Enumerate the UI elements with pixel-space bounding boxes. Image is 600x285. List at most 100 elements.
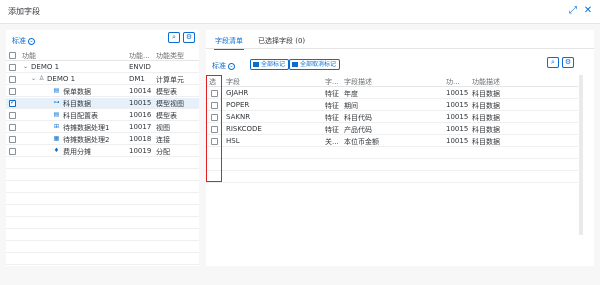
field-name: SAKNR [226, 113, 251, 121]
row-checkbox[interactable] [9, 64, 16, 71]
empty-row [206, 160, 578, 171]
field-desc: 年度 [344, 90, 358, 98]
table-icon: ▤ [53, 111, 60, 118]
row-checkbox[interactable] [9, 88, 16, 95]
select-all-button[interactable]: 全部标记 [250, 59, 290, 70]
empty-row [6, 206, 199, 217]
tab-selected-fields[interactable]: 已选择字段 (0) [258, 36, 305, 46]
tree-row[interactable]: ⌄ ♙ DEMO 1 DM1 计算单元 [6, 74, 199, 85]
field-name: HSL [226, 137, 240, 145]
tree-row[interactable]: ▤ 科目配置表 10016 模型表 [6, 110, 199, 121]
uncheck-list-icon [292, 62, 298, 67]
tree-type: 视图 [156, 124, 170, 132]
tree-type: 模型表 [156, 112, 177, 120]
collapse-icon[interactable]: ⌄ [23, 63, 28, 70]
field-type: 特征 [325, 90, 339, 98]
row-checkbox[interactable] [9, 76, 16, 83]
select-all-checkbox[interactable] [9, 52, 16, 59]
func-code: 10015 [446, 101, 469, 109]
field-name: POPER [226, 101, 250, 109]
empty-row [6, 170, 199, 181]
empty-row [6, 230, 199, 241]
search-icon: ⌕ [551, 58, 555, 66]
field-row[interactable]: HSL 关... 本位币金额 10015 科目数据 [206, 136, 578, 147]
row-checkbox[interactable] [9, 98, 16, 107]
header-func-desc: 功能描述 [472, 78, 500, 86]
func-code: 10015 [446, 113, 469, 121]
field-name: RISKCODE [226, 125, 262, 133]
search-button[interactable]: ⌕ [547, 57, 559, 68]
tree-label: 费用分摊 [63, 148, 91, 156]
tab-field-list[interactable]: 字段清单 [214, 36, 244, 50]
vertical-scrollbar[interactable] [579, 75, 583, 235]
tree-label: 待摊数据处理1 [63, 124, 110, 132]
left-variant-selector[interactable]: 标准 ⌄ [12, 36, 35, 46]
header-function: 功能 [22, 52, 36, 60]
empty-row [206, 148, 578, 159]
field-row[interactable]: SAKNR 特征 科目代码 10015 科目数据 [206, 112, 578, 123]
select-column-highlight [206, 75, 222, 182]
header-func: 功... [446, 78, 460, 86]
view-icon: ⊶ [53, 99, 60, 106]
search-button[interactable]: ⌕ [168, 32, 180, 43]
deselect-all-button[interactable]: 全部取消标记 [289, 59, 341, 70]
empty-row [6, 242, 199, 253]
select-all-label: 全部标记 [261, 61, 286, 68]
tree-code: 10016 [129, 111, 152, 119]
field-row[interactable]: GJAHR 特征 年度 10015 科目数据 [206, 88, 578, 99]
person-icon: ♙ [38, 75, 45, 82]
check-list-icon [253, 62, 259, 67]
tree-header: 功能 功能... 功能类型 [6, 50, 199, 61]
allocation-icon: ♦ [53, 147, 60, 154]
field-type: 关... [325, 138, 339, 146]
left-variant-label: 标准 [12, 37, 26, 45]
func-desc: 科目数据 [472, 126, 500, 134]
close-icon[interactable]: ✕ [582, 5, 594, 17]
tree-code: 10014 [129, 87, 152, 95]
tree-code: ENVID [129, 63, 151, 71]
settings-button[interactable]: ⚙ [562, 57, 574, 68]
row-checkbox[interactable] [9, 136, 16, 143]
collapse-icon[interactable]: ⌄ [31, 75, 36, 82]
tree-type: 连接 [156, 136, 170, 144]
func-desc: 科目数据 [472, 138, 500, 146]
tree-row[interactable]: ▤ 保单数据 10014 模型表 [6, 86, 199, 97]
row-checkbox[interactable] [9, 148, 16, 155]
tree-label: 科目配置表 [63, 112, 98, 120]
field-list-panel: 字段清单 已选择字段 (0) 标准 ⌄ 全部标记 全部取消标记 ⌕ ⚙ 选 字段 … [206, 30, 594, 266]
chevron-down-icon: ⌄ [228, 62, 235, 70]
empty-row [6, 158, 199, 169]
header-field: 字段 [226, 78, 240, 86]
tree-code: 10019 [129, 147, 152, 155]
empty-row [6, 194, 199, 205]
field-grid-header: 选 字段 字... 字段描述 功... 功能描述 [206, 75, 578, 87]
tab-divider [206, 48, 594, 49]
row-checkbox[interactable] [9, 112, 16, 119]
empty-row [6, 254, 199, 265]
expand-icon[interactable]: ⤢ [567, 5, 579, 17]
tree-row[interactable]: ⊞ 待摊数据处理1 10017 视图 [6, 122, 199, 133]
tree-row[interactable]: ▦ 待摊数据处理2 10018 连接 [6, 134, 199, 145]
tree-code: DM1 [129, 75, 145, 83]
join-icon: ▦ [53, 135, 60, 142]
field-row[interactable]: RISKCODE 特征 产品代码 10015 科目数据 [206, 124, 578, 135]
field-desc: 产品代码 [344, 126, 372, 134]
dialog-header: 添加字段 ⤢ ✕ [0, 0, 600, 24]
header-field-type: 字... [325, 78, 339, 86]
field-desc: 本位币金额 [344, 138, 379, 146]
settings-button[interactable]: ⚙ [183, 32, 195, 43]
deselect-all-label: 全部取消标记 [300, 61, 337, 68]
row-checkbox[interactable] [9, 124, 16, 131]
tree-label: DEMO 1 [31, 63, 60, 71]
tree-row[interactable]: ♦ 费用分摊 10019 分配 [6, 146, 199, 157]
field-row[interactable]: POPER 特征 期间 10015 科目数据 [206, 100, 578, 111]
empty-row [6, 182, 199, 193]
tree-type: 模型视图 [156, 100, 184, 108]
header-code: 功能... [129, 52, 150, 60]
tree-label: 保单数据 [63, 88, 91, 96]
right-variant-selector[interactable]: 标准 ⌄ [212, 61, 235, 71]
chevron-down-icon: ⌄ [28, 37, 35, 45]
tree-row[interactable]: ⌄ DEMO 1 ENVID [6, 62, 199, 73]
tree-row-selected[interactable]: ⊶ 科目数据 10015 模型视图 [6, 98, 199, 109]
tree-code: 10017 [129, 123, 152, 131]
